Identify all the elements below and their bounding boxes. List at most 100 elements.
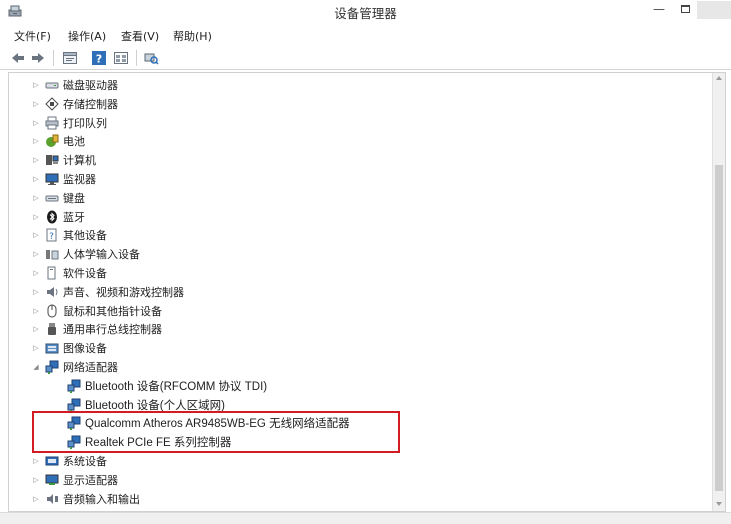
tree-category-label: 电池 (63, 135, 85, 149)
tree-category-row[interactable]: ▷ 监视器 (31, 170, 96, 188)
other-devices-icon: ? (46, 228, 57, 242)
network-adapter-icon (67, 379, 81, 393)
forward-arrow-icon[interactable] (30, 50, 46, 66)
menu-bar: 文件(F) 操作(A) 查看(V) 帮助(H) (0, 25, 731, 44)
tree-category-label: 存储控制器 (63, 97, 118, 111)
expand-arrow-icon[interactable]: ▷ (31, 307, 41, 315)
tree-category-row[interactable]: ▷ 蓝牙 (31, 208, 85, 226)
tree-category-row[interactable]: ▷ 计算机 (31, 151, 96, 169)
tree-device-label: Bluetooth 设备(RFCOMM 协议 TDI) (85, 380, 268, 393)
hid-icon (46, 250, 59, 260)
scroll-thumb[interactable] (715, 165, 723, 491)
expand-arrow-icon[interactable]: ▷ (31, 325, 41, 333)
expand-arrow-icon[interactable]: ▷ (31, 81, 41, 89)
tree-category-label: 鼠标和其他指针设备 (63, 304, 162, 318)
vertical-scrollbar[interactable] (712, 73, 725, 511)
tree-category-label: 计算机 (63, 154, 96, 168)
tree-category-row[interactable]: ▷ 系统设备 (31, 452, 107, 470)
expand-arrow-icon[interactable]: ▷ (31, 119, 41, 127)
keyboard-icon (45, 195, 59, 202)
expand-arrow-icon[interactable]: ▷ (31, 457, 41, 465)
tree-category-row[interactable]: ▷ 通用串行总线控制器 (31, 320, 162, 338)
display-adapter-icon (45, 474, 59, 485)
mouse-icon (47, 304, 57, 318)
scroll-down-arrow-icon[interactable] (716, 502, 722, 506)
tree-category-row[interactable]: ▷ 鼠标和其他指针设备 (31, 302, 162, 320)
tree-category-label: 音频输入和输出 (63, 492, 140, 506)
tree-category-row[interactable]: ▷ 声音、视频和游戏控制器 (31, 283, 184, 301)
bluetooth-icon (47, 210, 57, 224)
tree-category-row[interactable]: ▷ 电池 (31, 132, 85, 150)
tree-category-label: 监视器 (63, 173, 96, 186)
tree-category-row[interactable]: ▷ 磁盘驱动器 (31, 76, 118, 94)
expand-arrow-icon[interactable]: ▷ (31, 269, 41, 277)
tree-category-label: 图像设备 (63, 342, 107, 356)
tree-category-row[interactable]: ▷ 打印队列 (31, 114, 107, 132)
tree-category-row[interactable]: ▷ 人体学输入设备 (31, 245, 140, 263)
tree-category-row[interactable]: ▷ 存储控制器 (31, 95, 118, 113)
svg-text:?: ? (96, 53, 102, 66)
highlight-annotation-box (32, 411, 400, 453)
tree-category-row[interactable]: ▷ 音频输入和输出 (31, 490, 140, 508)
system-device-icon (45, 456, 59, 466)
menu-file[interactable]: 文件(F) (14, 28, 51, 44)
tree-category-label: 磁盘驱动器 (63, 79, 118, 92)
expand-arrow-icon[interactable]: ▷ (31, 156, 41, 164)
view-icon[interactable] (113, 50, 129, 66)
status-bar (0, 512, 731, 524)
back-arrow-icon[interactable] (10, 50, 26, 66)
expand-arrow-icon[interactable]: ▷ (31, 476, 41, 484)
tree-category-row[interactable]: ▷? 其他设备 (31, 226, 107, 244)
expand-arrow-icon[interactable]: ▷ (31, 344, 41, 352)
computer-icon (46, 155, 59, 166)
maximize-icon (680, 5, 690, 13)
tree-category-row[interactable]: ▷ 显示适配器 (31, 471, 118, 489)
tree-category-row[interactable]: ▷ 键盘 (31, 189, 85, 207)
audio-io-icon (47, 493, 58, 504)
tree-device-row[interactable]: Bluetooth 设备(RFCOMM 协议 TDI) (67, 377, 267, 395)
toolbar-separator (53, 50, 54, 66)
tree-category-label: 显示适配器 (63, 473, 118, 487)
minimize-button[interactable]: — (650, 1, 668, 19)
network-adapter-icon (67, 398, 81, 412)
network-adapter-icon (45, 360, 59, 374)
sound-icon (47, 286, 58, 297)
maximize-button[interactable] (677, 1, 693, 19)
software-device-icon (47, 266, 56, 280)
expand-arrow-icon[interactable]: ▷ (31, 137, 41, 145)
tree-category-label: 蓝牙 (63, 210, 85, 224)
close-button[interactable] (697, 1, 731, 19)
properties-icon[interactable] (62, 50, 78, 66)
tree-category-label: 通用串行总线控制器 (63, 323, 162, 337)
monitor-icon (45, 173, 59, 185)
tree-category-row[interactable]: ▷ 软件设备 (31, 264, 107, 282)
toolbar-separator (136, 50, 137, 66)
expand-arrow-icon[interactable]: ▷ (31, 495, 41, 503)
storage-controller-icon (45, 97, 59, 111)
expand-arrow-icon[interactable]: ▷ (31, 194, 41, 202)
toolbar: ? (0, 46, 731, 70)
scan-hardware-icon[interactable] (143, 50, 159, 66)
camera-icon (45, 343, 59, 354)
tree-category-row[interactable]: ◢ 网络适配器 (31, 358, 118, 376)
expand-arrow-icon[interactable]: ▷ (31, 213, 41, 221)
tree-category-label: 声音、视频和游戏控制器 (63, 285, 184, 299)
tree-category-label: 键盘 (63, 191, 85, 205)
scroll-up-arrow-icon[interactable] (716, 76, 722, 80)
expand-arrow-icon[interactable]: ▷ (31, 100, 41, 108)
menu-view[interactable]: 查看(V) (121, 28, 159, 44)
menu-action[interactable]: 操作(A) (68, 28, 106, 44)
collapse-arrow-icon[interactable]: ◢ (31, 363, 41, 371)
expand-arrow-icon[interactable]: ▷ (31, 288, 41, 296)
tree-category-row[interactable]: ▷ 图像设备 (31, 339, 107, 357)
help-icon[interactable]: ? (91, 50, 107, 66)
expand-arrow-icon[interactable]: ▷ (31, 175, 41, 183)
menu-help[interactable]: 帮助(H) (173, 28, 212, 44)
expand-arrow-icon[interactable]: ▷ (31, 231, 41, 239)
tree-category-label: 软件设备 (63, 267, 107, 280)
svg-text:?: ? (49, 232, 54, 242)
expand-arrow-icon[interactable]: ▷ (31, 250, 41, 258)
printer-icon (45, 116, 59, 130)
disk-drive-icon (45, 82, 59, 89)
tree-category-label: 网络适配器 (63, 361, 118, 374)
